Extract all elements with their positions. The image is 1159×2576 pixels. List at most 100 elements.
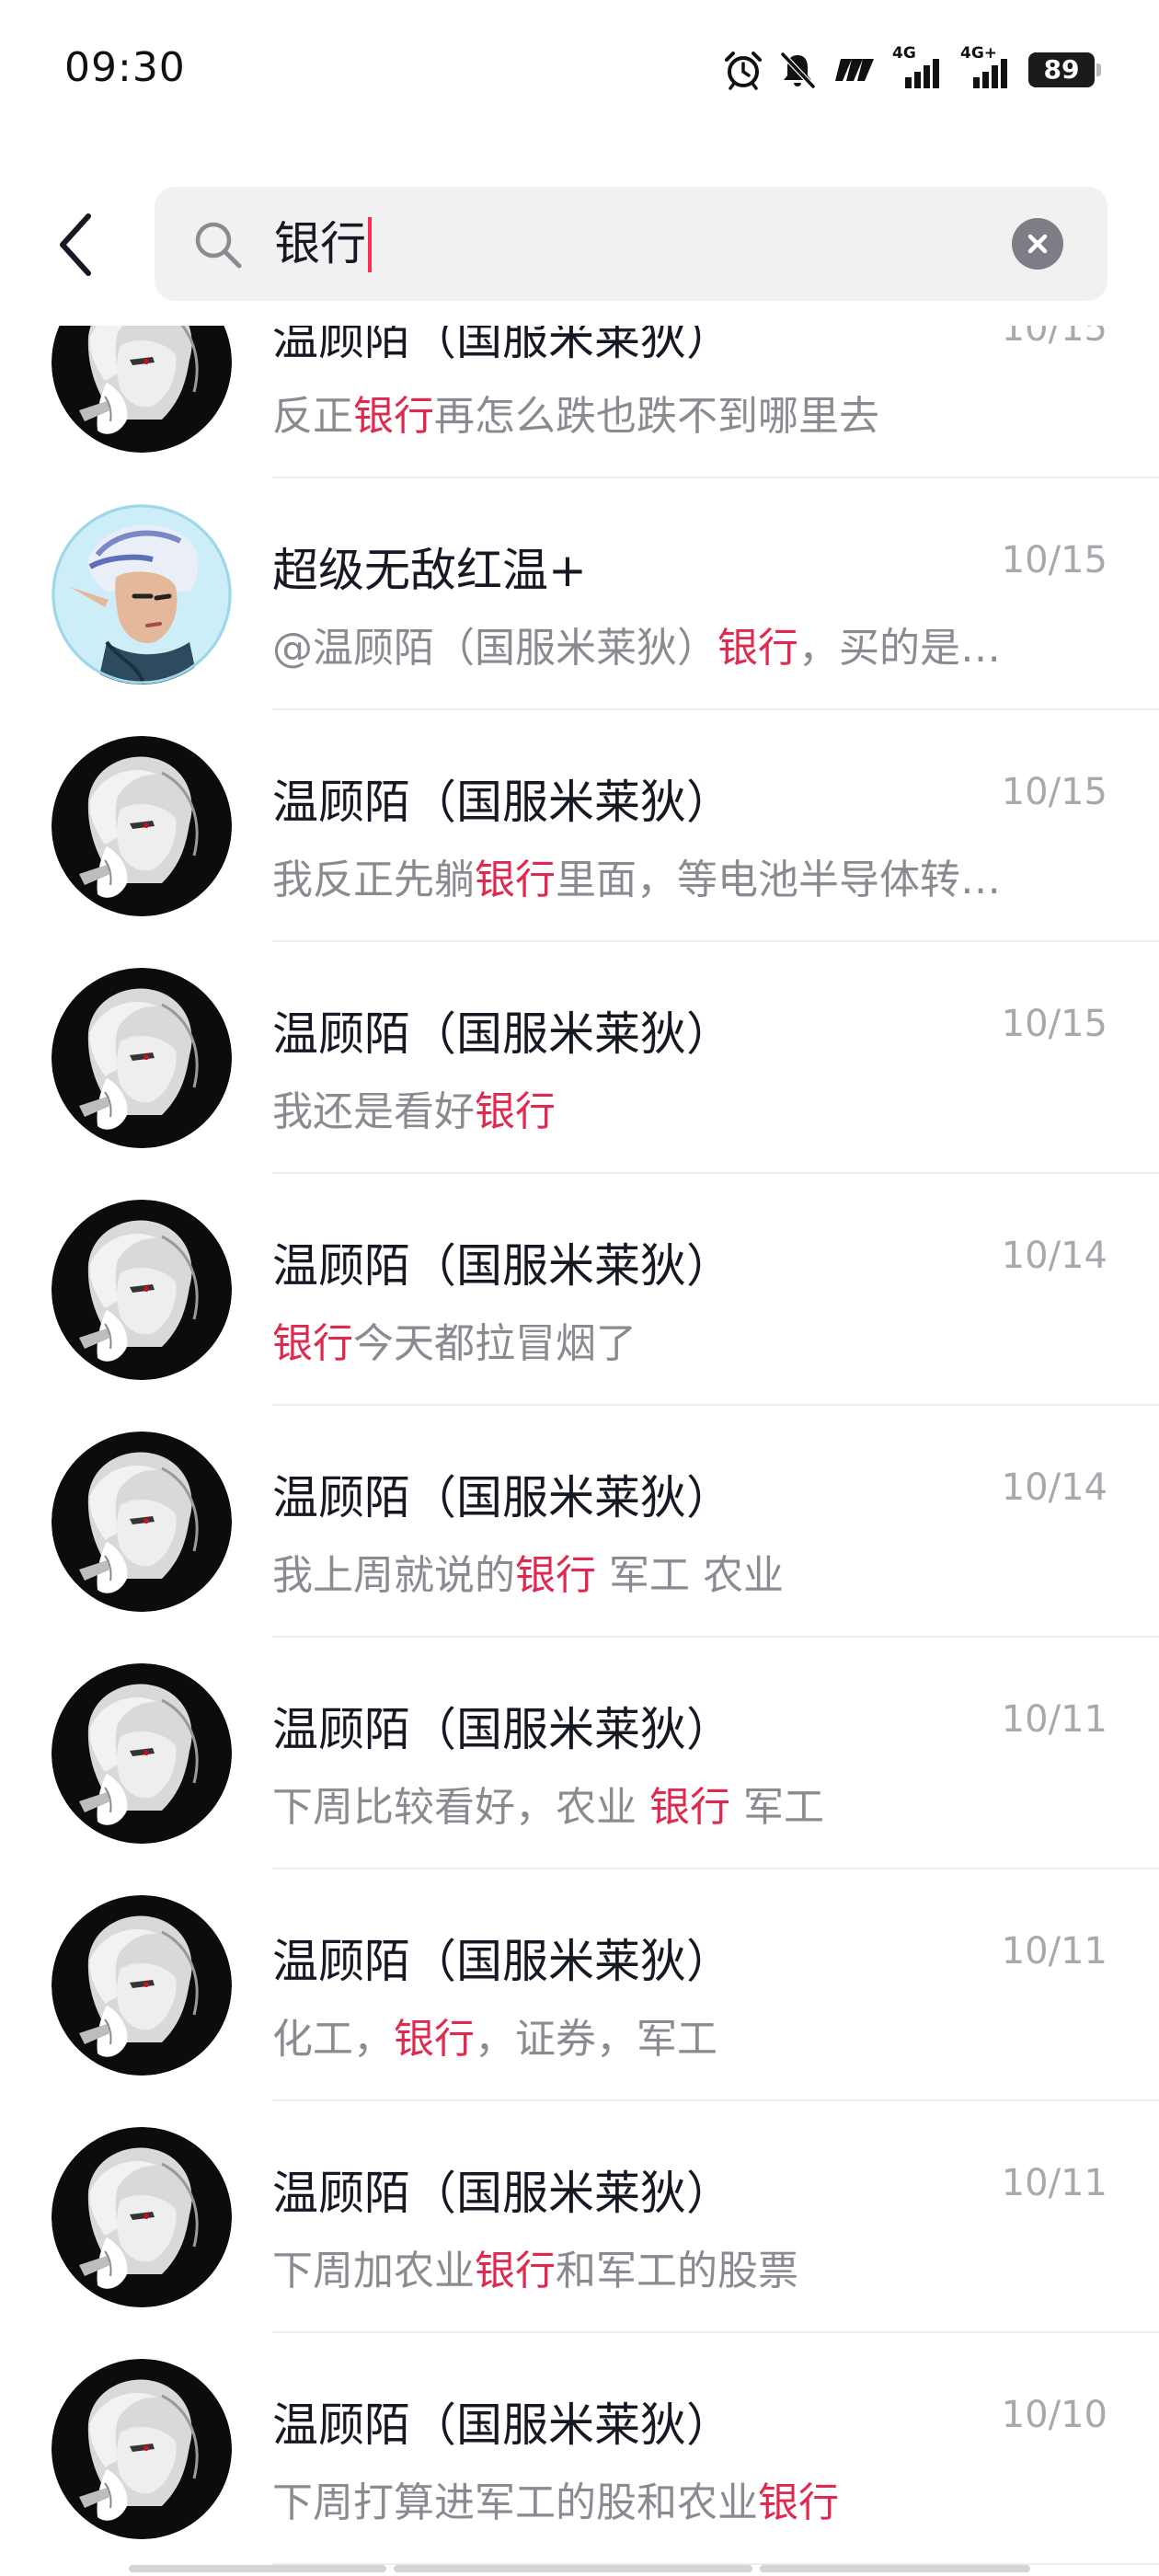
scroll-indicator-segment [394, 2565, 752, 2572]
message-date: 10/14 [1001, 1466, 1107, 1509]
search-result-row[interactable]: 温顾陌（国服米莱狄） 10/15 我还是看好银行 [0, 942, 1159, 1174]
highlighted-keyword: 银行 [649, 1784, 730, 1831]
highlighted-keyword: 银行 [353, 393, 434, 440]
chevron-left-icon [60, 213, 91, 276]
message-preview: 我还是看好银行 [272, 1078, 1063, 1137]
avatar[interactable] [52, 504, 232, 684]
avatar[interactable] [52, 736, 232, 916]
preview-text: 我反正先躺 [272, 857, 475, 903]
preview-text: 下周打算进军工的股和农业 [272, 2479, 758, 2526]
preview-text: 今天都拉冒烟了 [353, 1320, 637, 1367]
message-date: 10/14 [1001, 1235, 1107, 1277]
search-result-row[interactable]: 温顾陌（国服米莱狄） 10/11 下周比较看好，农业 银行 军工 [0, 1638, 1159, 1869]
scroll-indicator-segment [760, 2565, 1030, 2572]
message-date: 10/11 [1001, 2162, 1107, 2204]
highlighted-keyword: 银行 [475, 2248, 556, 2294]
highlighted-keyword: 银行 [475, 857, 556, 903]
search-result-row[interactable]: 温顾陌（国服米莱狄） 10/14 银行今天都拉冒烟了 [0, 1174, 1159, 1406]
preview-text: 我还是看好 [272, 1088, 475, 1135]
scroll-indicator [129, 2565, 1030, 2572]
avatar[interactable] [52, 968, 232, 1148]
avatar[interactable] [52, 1200, 232, 1380]
preview-text: ，买的是… [798, 625, 1001, 672]
highlighted-keyword: 银行 [758, 2479, 839, 2526]
preview-text: 军工 [730, 1784, 824, 1831]
preview-text: ，证券，军工 [475, 2016, 717, 2063]
search-result-row[interactable]: 温顾陌（国服米莱狄） 10/11 化工，银行，证券，军工 [0, 1869, 1159, 2101]
highlighted-keyword: 银行 [717, 625, 798, 672]
message-date: 10/15 [1001, 326, 1107, 350]
mute-bell-icon [778, 50, 817, 90]
close-icon [1027, 234, 1048, 254]
message-date: 10/15 [1001, 771, 1107, 813]
cellular-signal-icon-2: 4G+ [960, 44, 1014, 92]
contact-name: 温顾陌（国服米莱狄） [272, 1703, 732, 1756]
search-result-row[interactable]: 温顾陌（国服米莱狄） 10/15 我反正先躺银行里面，等电池半导体转… [0, 710, 1159, 942]
avatar[interactable] [52, 1432, 232, 1612]
hd-signal-icon [832, 52, 878, 88]
contact-name: 温顾陌（国服米莱狄） [272, 1007, 732, 1061]
preview-text: 我上周就说的 [272, 1552, 515, 1599]
highlighted-keyword: 银行 [475, 1088, 556, 1135]
highlighted-keyword: 银行 [272, 1320, 353, 1367]
contact-name: 温顾陌（国服米莱狄） [272, 1471, 732, 1524]
search-input[interactable]: 银行 [274, 214, 372, 273]
avatar[interactable] [52, 326, 232, 453]
search-result-row[interactable]: 温顾陌（国服米莱狄） 10/15 反正银行再怎么跌也跌不到哪里去 [0, 326, 1159, 478]
search-query: 银行 [274, 217, 366, 270]
contact-name: 温顾陌（国服米莱狄） [272, 1935, 732, 1988]
preview-text: 和军工的股票 [556, 2248, 798, 2294]
message-preview: 下周打算进军工的股和农业银行 [272, 2469, 1063, 2528]
avatar[interactable] [52, 2359, 232, 2539]
status-time: 09:30 [64, 44, 186, 91]
preview-text: 化工， [272, 2016, 394, 2063]
message-date: 10/10 [1001, 2394, 1107, 2436]
search-result-row[interactable]: 温顾陌（国服米莱狄） 10/11 下周加农业银行和军工的股票 [0, 2101, 1159, 2333]
preview-text: @温顾陌（国服米莱狄） [272, 625, 717, 672]
status-icons: 4G 4G+ 89 [723, 44, 1101, 92]
message-preview: 反正银行再怎么跌也跌不到哪里去 [272, 383, 1063, 442]
message-preview: @温顾陌（国服米莱狄）银行，买的是… [272, 615, 1063, 673]
message-date: 10/15 [1001, 539, 1107, 581]
contact-name: 温顾陌（国服米莱狄） [272, 326, 732, 365]
search-result-row[interactable]: 温顾陌（国服米莱狄） 10/14 我上周就说的银行 军工 农业 [0, 1406, 1159, 1638]
preview-text: 军工 农业 [596, 1552, 784, 1599]
clear-search-button[interactable] [1012, 218, 1063, 270]
message-date: 10/11 [1001, 1698, 1107, 1741]
contact-name: 温顾陌（国服米莱狄） [272, 776, 732, 829]
text-caret [368, 216, 372, 272]
battery-indicator: 89 [1028, 52, 1101, 87]
preview-text: 再怎么跌也跌不到哪里去 [434, 393, 879, 440]
contact-name: 温顾陌（国服米莱狄） [272, 2398, 732, 2452]
preview-text: 下周比较看好，农业 [272, 1784, 649, 1831]
search-results-list[interactable]: 温顾陌（国服米莱狄） 10/15 反正银行再怎么跌也跌不到哪里去 超级无敌红温+ 10… [0, 326, 1159, 2576]
search-icon [191, 218, 245, 275]
status-bar: 09:30 4G 4G+ 89 [0, 0, 1159, 147]
message-preview: 银行今天都拉冒烟了 [272, 1310, 1063, 1369]
highlighted-keyword: 银行 [515, 1552, 596, 1599]
preview-text: 里面，等电池半导体转… [556, 857, 1001, 903]
message-preview: 我上周就说的银行 军工 农业 [272, 1542, 1063, 1601]
message-date: 10/11 [1001, 1930, 1107, 1972]
message-preview: 我反正先躺银行里面，等电池半导体转… [272, 846, 1063, 905]
search-bar[interactable]: 银行 [155, 187, 1107, 301]
contact-name: 温顾陌（国服米莱狄） [272, 2167, 732, 2220]
avatar[interactable] [52, 1895, 232, 2076]
contact-name: 温顾陌（国服米莱狄） [272, 1239, 732, 1293]
cellular-signal-icon-1: 4G [892, 44, 946, 92]
message-preview: 下周比较看好，农业 银行 军工 [272, 1774, 1063, 1833]
alarm-icon [723, 50, 763, 90]
message-preview: 下周加农业银行和军工的股票 [272, 2237, 1063, 2296]
highlighted-keyword: 银行 [394, 2016, 475, 2063]
message-preview: 化工，银行，证券，军工 [272, 2006, 1063, 2064]
scroll-indicator-segment [129, 2565, 386, 2572]
message-date: 10/15 [1001, 1003, 1107, 1045]
preview-text: 下周加农业 [272, 2248, 475, 2294]
search-result-row[interactable]: 超级无敌红温+ 10/15 @温顾陌（国服米莱狄）银行，买的是… [0, 478, 1159, 710]
avatar[interactable] [52, 1663, 232, 1844]
preview-text: 反正 [272, 393, 353, 440]
back-button[interactable] [46, 204, 105, 285]
avatar[interactable] [52, 2127, 232, 2307]
search-result-row[interactable]: 温顾陌（国服米莱狄） 10/10 下周打算进军工的股和农业银行 [0, 2333, 1159, 2565]
search-results-scroll-content: 温顾陌（国服米莱狄） 10/15 反正银行再怎么跌也跌不到哪里去 超级无敌红温+ 10… [0, 326, 1159, 2565]
